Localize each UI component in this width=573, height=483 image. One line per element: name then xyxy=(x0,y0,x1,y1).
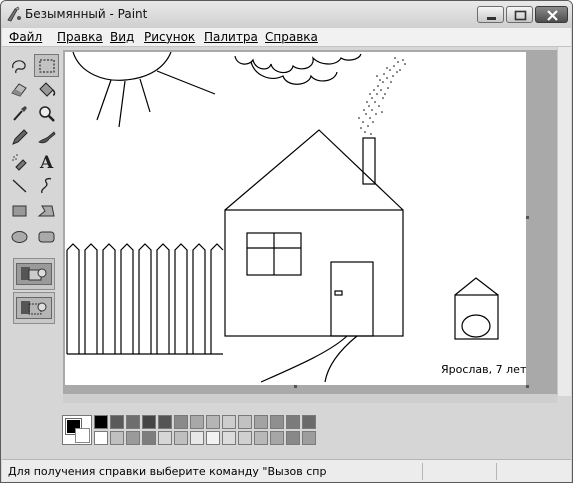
palette-color-swatch[interactable] xyxy=(206,415,220,429)
palette-color-swatch[interactable] xyxy=(270,431,284,445)
toolbox: A xyxy=(4,51,62,397)
resize-handle-right[interactable] xyxy=(526,216,529,219)
brush-tool[interactable] xyxy=(34,126,59,149)
menu-colors[interactable]: Палитра xyxy=(204,30,258,44)
palette-color-swatch[interactable] xyxy=(206,431,220,445)
color-palette xyxy=(2,403,571,459)
rect-select-tool[interactable] xyxy=(34,54,59,77)
palette-color-swatch[interactable] xyxy=(190,431,204,445)
palette-color-swatch[interactable] xyxy=(126,415,140,429)
vertical-scrollbar[interactable] xyxy=(557,47,571,396)
palette-color-swatch[interactable] xyxy=(270,415,284,429)
menu-edit[interactable]: Правка xyxy=(57,30,103,44)
palette-color-swatch[interactable] xyxy=(174,431,188,445)
polygon-tool[interactable] xyxy=(34,199,59,222)
fill-tool[interactable] xyxy=(34,78,59,101)
palette-color-swatch[interactable] xyxy=(302,431,316,445)
palette-color-swatch[interactable] xyxy=(302,415,316,429)
transparent-option-icon xyxy=(16,297,52,319)
palette-color-swatch[interactable] xyxy=(254,431,268,445)
free-select-tool[interactable] xyxy=(7,54,32,77)
signature-text: Ярослав, 7 лет xyxy=(441,363,527,376)
palette-color-swatch[interactable] xyxy=(158,431,172,445)
rounded-rectangle-tool[interactable] xyxy=(34,225,59,248)
canvas-area: Ярослав, 7 лет xyxy=(63,50,557,394)
palette-color-swatch[interactable] xyxy=(254,415,268,429)
status-help-text: Для получения справки выберите команду "… xyxy=(8,465,327,478)
status-bar: Для получения справки выберите команду "… xyxy=(2,459,571,482)
paint-window: Безымянный - Paint Файл Правка Вид Рисун… xyxy=(0,0,573,483)
menu-file[interactable]: Файл xyxy=(9,30,42,44)
menu-help[interactable]: Справка xyxy=(265,30,318,44)
ellipse-tool[interactable] xyxy=(7,225,32,248)
palette-color-swatch[interactable] xyxy=(142,431,156,445)
palette-color-swatch[interactable] xyxy=(126,431,140,445)
status-divider xyxy=(422,463,423,480)
menu-bar: Файл Правка Вид Рисунок Палитра Справка xyxy=(2,28,571,47)
horizontal-scrollbar[interactable] xyxy=(63,394,557,403)
fill-style-opaque-option[interactable] xyxy=(13,258,55,290)
palette-color-swatch[interactable] xyxy=(158,415,172,429)
menu-view[interactable]: Вид xyxy=(110,30,134,44)
color-picker-tool[interactable] xyxy=(7,102,32,125)
curve-tool[interactable] xyxy=(34,174,59,197)
close-button[interactable] xyxy=(535,6,568,23)
palette-color-swatch[interactable] xyxy=(222,415,236,429)
paint-app-icon xyxy=(6,6,22,22)
menu-image[interactable]: Рисунок xyxy=(144,30,195,44)
maximize-button[interactable] xyxy=(506,6,533,23)
resize-handle-bottom[interactable] xyxy=(294,385,297,388)
palette-color-swatch[interactable] xyxy=(238,431,252,445)
palette-color-swatch[interactable] xyxy=(110,431,124,445)
line-tool[interactable] xyxy=(7,174,32,197)
background-color-swatch[interactable] xyxy=(75,428,90,443)
svg-text:A: A xyxy=(39,153,54,173)
title-bar[interactable]: Безымянный - Paint xyxy=(1,1,572,28)
palette-color-swatch[interactable] xyxy=(238,415,252,429)
palette-color-swatch[interactable] xyxy=(222,431,236,445)
eraser-tool[interactable] xyxy=(7,78,32,101)
magnifier-tool[interactable] xyxy=(34,102,59,125)
drawing-canvas[interactable]: Ярослав, 7 лет xyxy=(65,52,526,385)
palette-color-swatch[interactable] xyxy=(286,415,300,429)
palette-color-swatch[interactable] xyxy=(110,415,124,429)
opaque-option-icon xyxy=(16,263,52,285)
drawing-image xyxy=(66,52,499,383)
palette-color-swatch[interactable] xyxy=(286,431,300,445)
minimize-button[interactable] xyxy=(477,6,504,23)
resize-handle-corner[interactable] xyxy=(526,385,529,388)
palette-color-swatch[interactable] xyxy=(94,415,108,429)
fill-style-transparent-option[interactable] xyxy=(13,292,55,324)
rectangle-tool[interactable] xyxy=(7,199,32,222)
pencil-tool[interactable] xyxy=(7,126,32,149)
palette-color-swatch[interactable] xyxy=(94,431,108,445)
window-title: Безымянный - Paint xyxy=(25,7,148,21)
palette-color-swatch[interactable] xyxy=(142,415,156,429)
current-colors[interactable] xyxy=(62,415,92,445)
status-divider xyxy=(496,463,497,480)
text-tool[interactable]: A xyxy=(34,150,59,173)
airbrush-tool[interactable] xyxy=(7,150,32,173)
palette-color-swatch[interactable] xyxy=(190,415,204,429)
palette-color-swatch[interactable] xyxy=(174,415,188,429)
